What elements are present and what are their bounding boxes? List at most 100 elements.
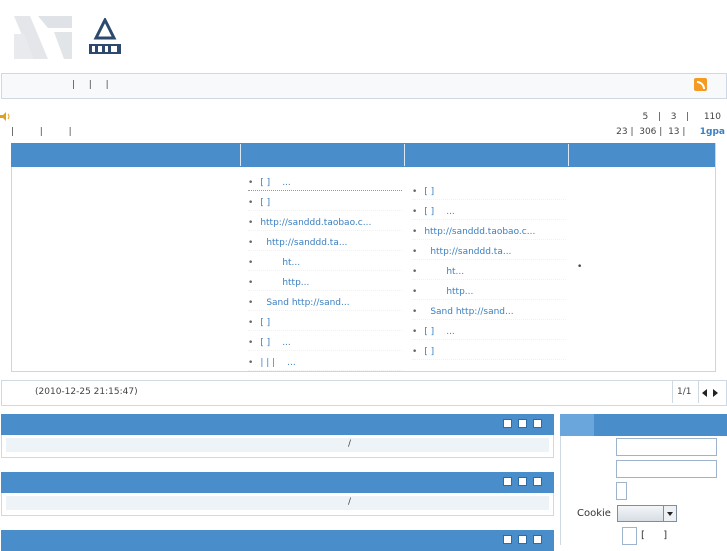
stat-separator: | [657, 112, 661, 122]
post-title[interactable]: http://sanddd.taobao.c... [424, 227, 535, 237]
post-title[interactable]: ht... [446, 267, 464, 277]
grid-icon[interactable] [518, 535, 527, 544]
grid-icon[interactable] [518, 419, 527, 428]
list-item[interactable]: • [ ]... [412, 205, 566, 220]
list-item[interactable]: • | | |... [248, 356, 402, 371]
gpa-link[interactable]: 1gpa [700, 127, 725, 137]
post-tag[interactable]: [ ] [260, 318, 270, 328]
post-title[interactable]: ... [287, 358, 296, 368]
post-title[interactable]: http... [446, 287, 473, 297]
rss-icon[interactable] [694, 78, 707, 91]
stat-separator: | [686, 112, 690, 122]
collapse-icon[interactable] [503, 419, 512, 428]
stats-line-2: 23 | 306 | 13 | 1gpa [616, 127, 725, 137]
collapse-icon[interactable] [503, 535, 512, 544]
column-divider [404, 144, 405, 166]
list-item[interactable]: • [ ] [248, 196, 402, 211]
post-title[interactable]: Sand http://sand... [430, 307, 513, 317]
list-item[interactable]: • [ ] [248, 316, 402, 331]
list-item[interactable]: • [ ]... [248, 336, 402, 351]
bullet-icon: • [412, 227, 418, 237]
stat-value: 3 [670, 112, 677, 122]
bullet-icon: • [412, 267, 418, 277]
post-title[interactable]: ... [282, 338, 291, 348]
bullet-icon: • [248, 258, 254, 268]
stat-value: 23 [616, 127, 628, 137]
login-tab[interactable] [560, 414, 594, 436]
list-item[interactable]: • [ ]... [412, 325, 566, 340]
username-input[interactable] [616, 438, 717, 456]
list-item[interactable]: • ht... [412, 265, 566, 280]
column-4-bullet: • [577, 262, 583, 272]
panel-strip [6, 496, 549, 510]
info-panel: / [1, 414, 554, 458]
column-hot-posts: • [ ] • [ ]... • http://sanddd.taobao.c... • ht… [412, 185, 566, 365]
remember-label: [ ] [641, 530, 667, 541]
stat-separator: | [682, 127, 686, 137]
bullet-icon: • [248, 238, 254, 248]
arrow-right-icon[interactable] [713, 389, 719, 397]
password-input[interactable] [616, 460, 717, 478]
panel-divider-text: / [348, 439, 352, 449]
post-tag[interactable]: [ ] [424, 187, 434, 197]
post-title[interactable]: http://sanddd.ta... [430, 247, 511, 257]
stat-value: 13 [668, 127, 680, 137]
stat-separator: | [11, 127, 15, 137]
close-icon[interactable] [533, 535, 542, 544]
bullet-icon: • [412, 287, 418, 297]
bullet-icon: • [412, 327, 418, 337]
bullet-icon: • [248, 358, 254, 368]
post-title[interactable]: ... [282, 178, 291, 188]
panel-body: / [1, 493, 554, 516]
post-title[interactable]: http... [282, 278, 309, 288]
close-icon[interactable] [533, 477, 542, 486]
panel-header [1, 530, 554, 551]
cookie-label: Cookie [577, 508, 611, 519]
stat-value: 306 [639, 127, 657, 137]
post-title[interactable]: http://sanddd.taobao.c... [260, 218, 371, 228]
cookie-select[interactable] [617, 505, 677, 522]
post-tag[interactable]: [ ] [424, 347, 434, 357]
bullet-icon: • [248, 298, 254, 308]
list-item[interactable]: • [ ] [412, 185, 566, 200]
post-tag[interactable]: | | | [260, 358, 275, 368]
stat-separator: | [68, 127, 72, 137]
collapse-icon[interactable] [503, 477, 512, 486]
post-title[interactable]: ... [446, 327, 455, 337]
bullet-icon: • [248, 318, 254, 328]
close-icon[interactable] [533, 419, 542, 428]
list-item[interactable]: • http://sanddd.taobao.c... [412, 225, 566, 240]
list-item[interactable]: • http://sanddd.taobao.c... [248, 216, 402, 231]
bullet-icon: • [248, 278, 254, 288]
board-header [11, 143, 715, 167]
list-item[interactable]: • Sand http://sand... [412, 305, 566, 320]
speaker-icon [0, 112, 10, 121]
bullet-icon: • [412, 247, 418, 257]
post-tag[interactable]: [ ] [424, 327, 434, 337]
panel-strip [6, 438, 549, 452]
post-tag[interactable]: [ ] [424, 207, 434, 217]
post-tag[interactable]: [ ] [260, 178, 270, 188]
grid-icon[interactable] [518, 477, 527, 486]
list-item[interactable]: • [ ]... [248, 176, 402, 191]
list-item[interactable]: • [ ] [412, 345, 566, 360]
list-item[interactable]: • ht... [248, 256, 402, 271]
site-logo[interactable] [86, 18, 124, 56]
list-item[interactable]: • http://sanddd.ta... [412, 245, 566, 260]
stat-separator: | [39, 127, 43, 137]
list-item[interactable]: • Sand http://sand... [248, 296, 402, 311]
list-item[interactable]: • http... [248, 276, 402, 291]
info-panel [1, 530, 554, 551]
list-item[interactable]: • http://sanddd.ta... [248, 236, 402, 251]
post-title[interactable]: http://sanddd.ta... [266, 238, 347, 248]
verify-input[interactable] [616, 482, 627, 500]
post-title[interactable]: Sand http://sand... [266, 298, 349, 308]
post-tag[interactable]: [ ] [260, 198, 270, 208]
post-tag[interactable]: [ ] [260, 338, 270, 348]
list-item[interactable]: • http... [412, 285, 566, 300]
remember-checkbox[interactable] [622, 527, 637, 545]
arrow-left-icon[interactable] [702, 389, 708, 397]
post-title[interactable]: ht... [282, 258, 300, 268]
post-title[interactable]: ... [446, 207, 455, 217]
nav-separator: | [88, 80, 92, 90]
